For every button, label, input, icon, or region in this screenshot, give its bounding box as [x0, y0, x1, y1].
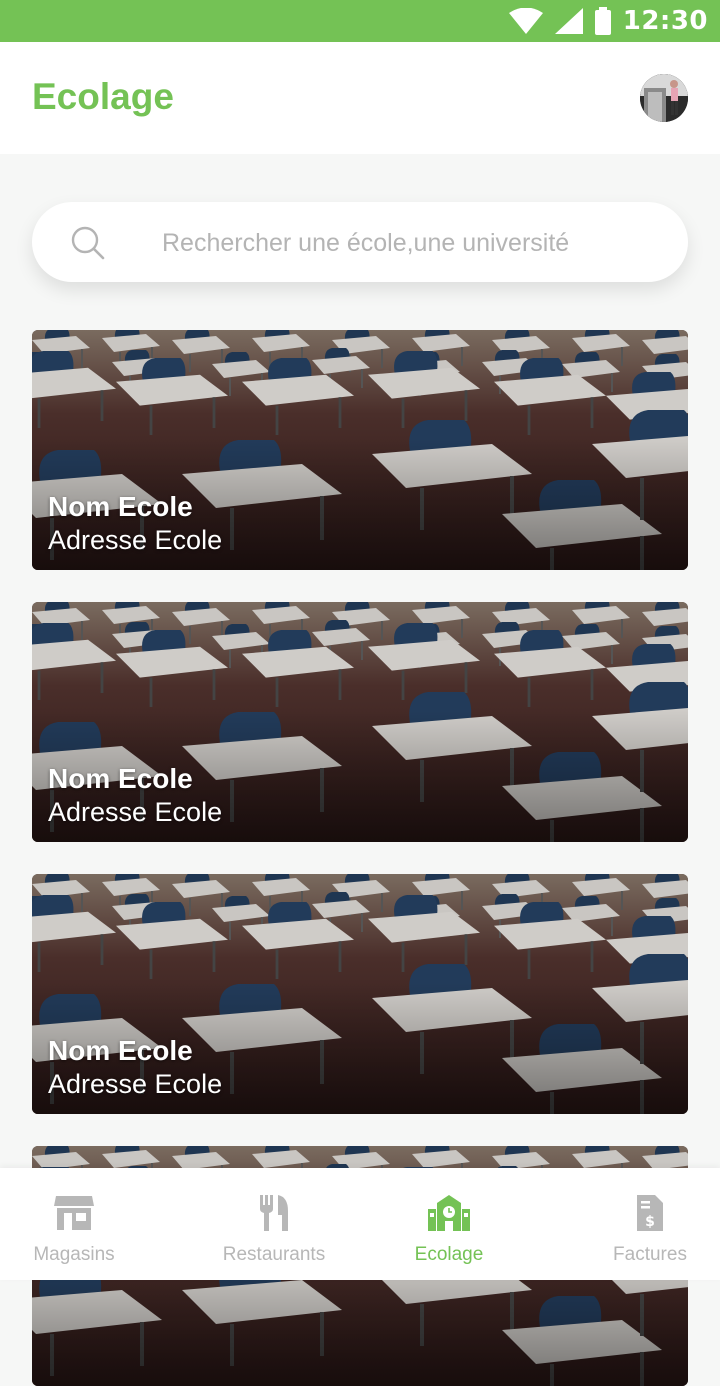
school-address: Adresse Ecole	[48, 1069, 223, 1099]
search-icon	[70, 225, 106, 266]
school-card[interactable]: Nom Ecole Adresse Ecole	[32, 874, 688, 1114]
status-bar: 12:30	[0, 0, 720, 42]
nav-item-ecolage[interactable]: Ecolage	[359, 1168, 539, 1280]
nav-label: Magasins	[33, 1244, 115, 1265]
svg-text:$: $	[645, 1214, 655, 1230]
search-bar[interactable]	[32, 202, 688, 284]
nav-label: Factures	[613, 1244, 687, 1265]
status-time: 12:30	[622, 6, 708, 36]
school-name: Nom Ecole	[48, 1035, 193, 1066]
school-name: Nom Ecole	[48, 763, 193, 794]
avatar[interactable]	[640, 74, 688, 122]
school-address: Adresse Ecole	[48, 525, 223, 555]
school-card[interactable]: Nom Ecole Adresse Ecole	[32, 602, 688, 842]
app-header: Ecolage	[0, 42, 720, 154]
bottom-nav: Magasins Restaurants Ecolage $ Factures	[0, 1168, 720, 1280]
school-name: Nom Ecole	[48, 491, 193, 522]
invoice-icon: $	[637, 1194, 663, 1232]
school-address: Adresse Ecole	[48, 797, 223, 827]
school-icon	[428, 1194, 470, 1232]
nav-label: Restaurants	[222, 1244, 326, 1265]
nav-item-magasins[interactable]: Magasins	[0, 1168, 164, 1280]
signal-icon	[554, 8, 583, 34]
store-icon	[54, 1194, 94, 1232]
battery-icon	[594, 7, 611, 35]
nav-item-factures[interactable]: $ Factures	[560, 1168, 720, 1280]
nav-label: Ecolage	[414, 1244, 484, 1265]
page-title: Ecolage	[32, 76, 174, 117]
wifi-icon	[508, 8, 543, 34]
search-input[interactable]	[160, 202, 664, 284]
fork-knife-icon	[260, 1194, 288, 1232]
nav-item-restaurants[interactable]: Restaurants	[184, 1168, 364, 1280]
school-card[interactable]: Nom Ecole Adresse Ecole	[32, 330, 688, 570]
